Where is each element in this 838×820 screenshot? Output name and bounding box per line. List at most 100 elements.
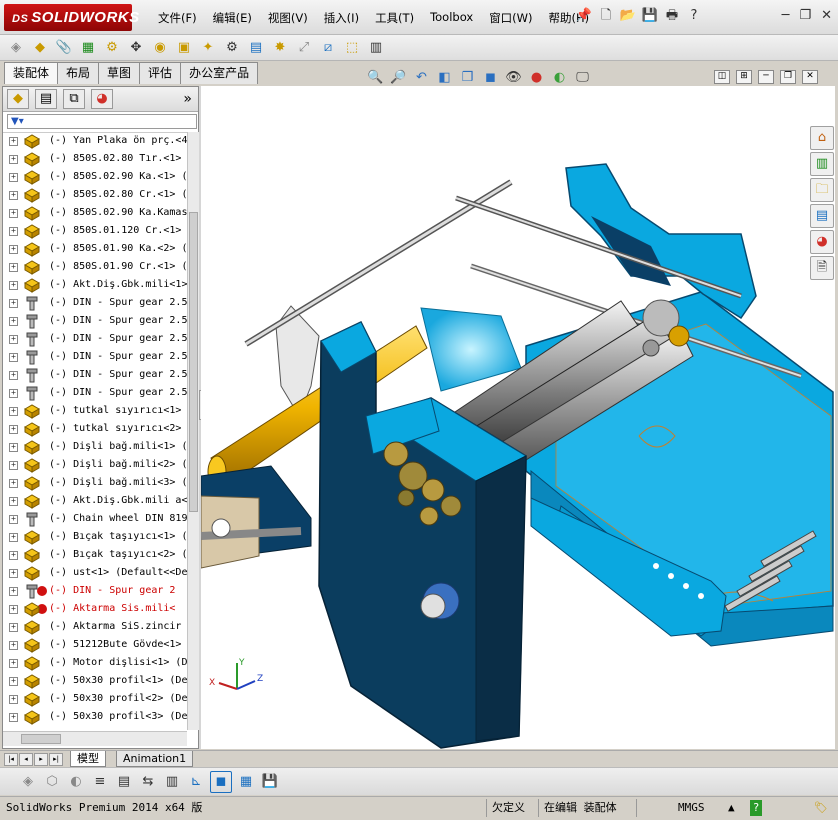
tree-item[interactable]: + (-) Dişli bağ.mili<1> ( <box>3 438 187 456</box>
expand-icon[interactable]: + <box>9 497 18 506</box>
expand-icon[interactable]: + <box>9 425 18 434</box>
expand-icon[interactable]: + <box>9 173 18 182</box>
expand-icon[interactable]: + <box>9 623 18 632</box>
expand-icon[interactable]: + <box>9 641 18 650</box>
apply-scene-icon[interactable]: ◐ <box>550 68 569 87</box>
tree-item[interactable]: + (-) tutkal sıyırıcı<1> (De <box>3 402 187 420</box>
tab-model[interactable]: 模型 <box>70 751 106 767</box>
tree-item[interactable]: + (-) Motor dişlisi<1> (De <box>3 654 187 672</box>
expand-icon[interactable]: + <box>9 695 18 704</box>
machine-model[interactable] <box>201 86 835 749</box>
design-library-icon[interactable]: ▥ <box>810 152 834 176</box>
viewport-restore-icon[interactable]: ❐ <box>780 70 796 84</box>
expand-icon[interactable]: + <box>9 569 18 578</box>
restore-icon[interactable]: ❐ <box>799 8 811 23</box>
tree-item[interactable]: + (-) DIN - Spur gear 2 <box>3 582 187 600</box>
print-icon[interactable]: 🖶 <box>663 7 681 25</box>
color-display-icon[interactable]: ▥ <box>162 772 182 792</box>
tree-item[interactable]: + (-) 50x30 profil<3> (De <box>3 708 187 726</box>
instant3d-icon[interactable]: ⬚ <box>342 38 362 58</box>
menu-item[interactable]: 窗口(W) <box>481 10 540 26</box>
layer-icon[interactable]: ◐ <box>66 772 86 792</box>
appearances-scenes-icon[interactable]: ◕ <box>810 230 834 254</box>
expand-icon[interactable]: + <box>9 551 18 560</box>
zoom-to-fit-icon[interactable]: 🔍 <box>366 68 385 87</box>
tree-item[interactable]: + (-) 850S.01.90 Ka.<2> ( <box>3 240 187 258</box>
tree-item[interactable]: + (-) Akt.Diş.Gbk.mili<1> <box>3 276 187 294</box>
menu-item[interactable]: 工具(T) <box>367 10 422 26</box>
view-palette-icon[interactable]: ▤ <box>810 204 834 228</box>
tree-item[interactable]: + (-) Dişli bağ.mili<2> ( <box>3 456 187 474</box>
tree-item[interactable]: + (-) 50x30 profil<1> (De <box>3 672 187 690</box>
expand-icon[interactable]: + <box>9 209 18 218</box>
tree-item[interactable]: + (-) 51212Bute Gövde<1> <box>3 636 187 654</box>
command-tab[interactable]: 草图 <box>98 62 141 84</box>
shaded-view-icon[interactable]: ◼ <box>210 770 232 793</box>
expand-icon[interactable]: + <box>9 137 18 146</box>
interference-detection-icon[interactable]: ⧄ <box>318 38 338 58</box>
units-dropdown-icon[interactable]: ▲ <box>728 800 735 816</box>
last-tab-icon[interactable]: ▸| <box>49 753 63 766</box>
save-icon[interactable]: 💾 <box>641 7 659 25</box>
reference-geometry-icon[interactable]: ✦ <box>198 38 218 58</box>
help-status-icon[interactable]: ? <box>750 800 762 816</box>
command-tab[interactable]: 布局 <box>57 62 100 84</box>
tree-item[interactable]: + (-) DIN - Spur gear 2.5M <box>3 348 187 366</box>
command-tab[interactable]: 办公室产品 <box>180 62 259 84</box>
mate-icon[interactable]: 📎 <box>54 38 74 58</box>
expand-icon[interactable]: + <box>9 227 18 236</box>
configuration-manager-tab-icon[interactable]: ⧉ <box>63 89 85 109</box>
file-explorer-icon[interactable]: 🗀 <box>810 178 834 202</box>
graphics-area[interactable] <box>201 86 835 749</box>
expand-icon[interactable]: + <box>9 713 18 722</box>
tab-animation1[interactable]: Animation1 <box>116 751 194 767</box>
tree-horizontal-scrollbar[interactable] <box>3 731 187 746</box>
expand-icon[interactable]: + <box>9 479 18 488</box>
expand-icon[interactable]: + <box>9 263 18 272</box>
new-document-icon[interactable]: 🗋 <box>597 7 615 25</box>
tree-item[interactable]: + (-) DIN - Spur gear 2.5M <box>3 294 187 312</box>
insert-component-icon[interactable]: ◆ <box>30 38 50 58</box>
tree-filter-input[interactable]: ▼▾ <box>7 114 197 129</box>
expand-icon[interactable]: + <box>9 371 18 380</box>
smart-fasteners-icon[interactable]: ⚙ <box>102 38 122 58</box>
linear-pattern-icon[interactable]: ▦ <box>78 38 98 58</box>
view-bar-icon[interactable]: ◈ <box>18 772 38 792</box>
expand-icon[interactable]: + <box>9 155 18 164</box>
dimensions-icon[interactable]: ⊾ <box>186 772 206 792</box>
expand-icon[interactable]: + <box>9 443 18 452</box>
tree-item[interactable]: + (-) Bıçak taşıyıcı<2> (Def <box>3 546 187 564</box>
expand-icon[interactable]: + <box>9 461 18 470</box>
tree-item[interactable]: + (-) Dişli bağ.mili<3> ( <box>3 474 187 492</box>
expand-icon[interactable]: + <box>9 659 18 668</box>
table-view-icon[interactable]: ▦ <box>236 772 256 792</box>
edit-appearance-icon[interactable]: ● <box>527 68 546 87</box>
line-style-icon[interactable]: ▤ <box>114 772 134 792</box>
open-folder-icon[interactable]: 📂 <box>619 7 637 25</box>
tree-item[interactable]: + (-) Yan Plaka ön prç.<4> <box>3 132 187 150</box>
tree-item[interactable]: + (-) 850S.02.90 Ka.Kamas <box>3 204 187 222</box>
expand-icon[interactable]: + <box>9 515 18 524</box>
show-hidden-icon[interactable]: ◉ <box>150 38 170 58</box>
help-icon[interactable]: ? <box>685 7 703 25</box>
tree-item[interactable]: + (-) Bıçak taşıyıcı<1> (Def <box>3 528 187 546</box>
zoom-to-area-icon[interactable]: 🔎 <box>389 68 408 87</box>
expand-icon[interactable]: + <box>9 407 18 416</box>
viewport-split-icon[interactable]: ◫ <box>714 70 730 84</box>
tree-item[interactable]: + (-) DIN - Spur gear 2.5M <box>3 366 187 384</box>
tree-item[interactable]: + (-) 850S.02.90 Ka.<1> ( <box>3 168 187 186</box>
feature-manager-tab-icon[interactable]: ◆ <box>7 89 29 109</box>
assembly-features-icon[interactable]: ▣ <box>174 38 194 58</box>
expand-icon[interactable]: + <box>9 389 18 398</box>
expand-icon[interactable]: + <box>9 677 18 686</box>
expand-icon[interactable]: + <box>9 533 18 542</box>
close-icon[interactable]: ✕ <box>821 8 832 23</box>
viewport-link-icon[interactable]: ⊞ <box>736 70 752 84</box>
tags-icon[interactable]: 🏷 <box>814 800 828 816</box>
horizontal-scroll-thumb[interactable] <box>21 734 61 744</box>
vertical-scroll-thumb[interactable] <box>189 212 198 512</box>
explode-line-sketch-icon[interactable]: ⤢ <box>294 38 314 58</box>
tree-item[interactable]: + (-) 850S.01.90 Cr.<1> ( <box>3 258 187 276</box>
expand-icon[interactable]: + <box>9 245 18 254</box>
tree-item[interactable]: + (-) Akt.Diş.Gbk.mili a<1 <box>3 492 187 510</box>
